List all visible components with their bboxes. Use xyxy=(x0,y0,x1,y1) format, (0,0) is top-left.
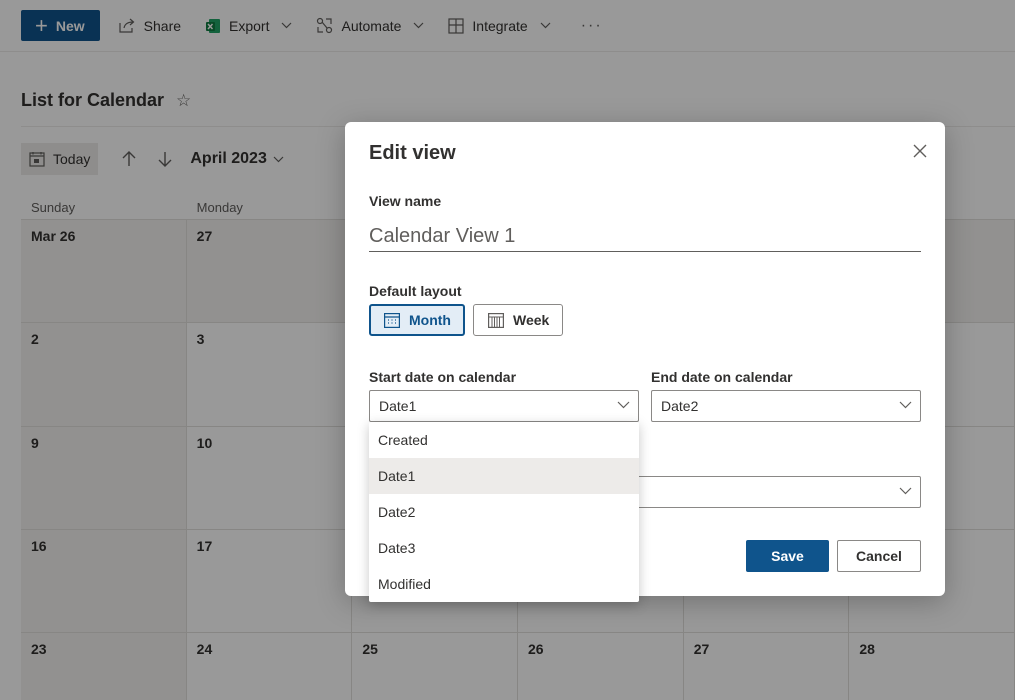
view-name-label: View name xyxy=(369,193,442,209)
layout-week-button[interactable]: Week xyxy=(473,304,563,336)
dialog-title: Edit view xyxy=(369,142,456,164)
cancel-button[interactable]: Cancel xyxy=(837,540,921,572)
layout-week-label: Week xyxy=(513,312,550,328)
partially-hidden-dropdown[interactable] xyxy=(635,476,921,508)
default-layout-label: Default layout xyxy=(369,283,462,299)
start-date-label: Start date on calendar xyxy=(369,369,517,385)
layout-month-label: Month xyxy=(409,312,451,328)
view-name-input[interactable] xyxy=(369,222,921,252)
dropdown-option-date1[interactable]: Date1 xyxy=(369,458,639,494)
dropdown-option-modified[interactable]: Modified xyxy=(369,566,639,602)
chevron-down-icon xyxy=(617,401,630,409)
calendar-month-icon xyxy=(384,312,400,328)
chevron-down-icon xyxy=(899,401,912,409)
dropdown-option-created[interactable]: Created xyxy=(369,422,639,458)
end-date-dropdown[interactable]: Date2 xyxy=(651,390,921,422)
start-date-dropdown[interactable]: Date1 xyxy=(369,390,639,422)
dropdown-option-date3[interactable]: Date3 xyxy=(369,530,639,566)
close-icon[interactable] xyxy=(911,142,929,160)
chevron-down-icon xyxy=(899,487,912,495)
start-date-options-list: Created Date1 Date2 Date3 Modified xyxy=(369,422,639,602)
start-date-value: Date1 xyxy=(379,398,417,414)
dropdown-option-date2[interactable]: Date2 xyxy=(369,494,639,530)
layout-month-button[interactable]: Month xyxy=(369,304,465,336)
end-date-label: End date on calendar xyxy=(651,369,793,385)
save-button[interactable]: Save xyxy=(746,540,829,572)
calendar-week-icon xyxy=(488,312,504,328)
end-date-value: Date2 xyxy=(661,398,699,414)
